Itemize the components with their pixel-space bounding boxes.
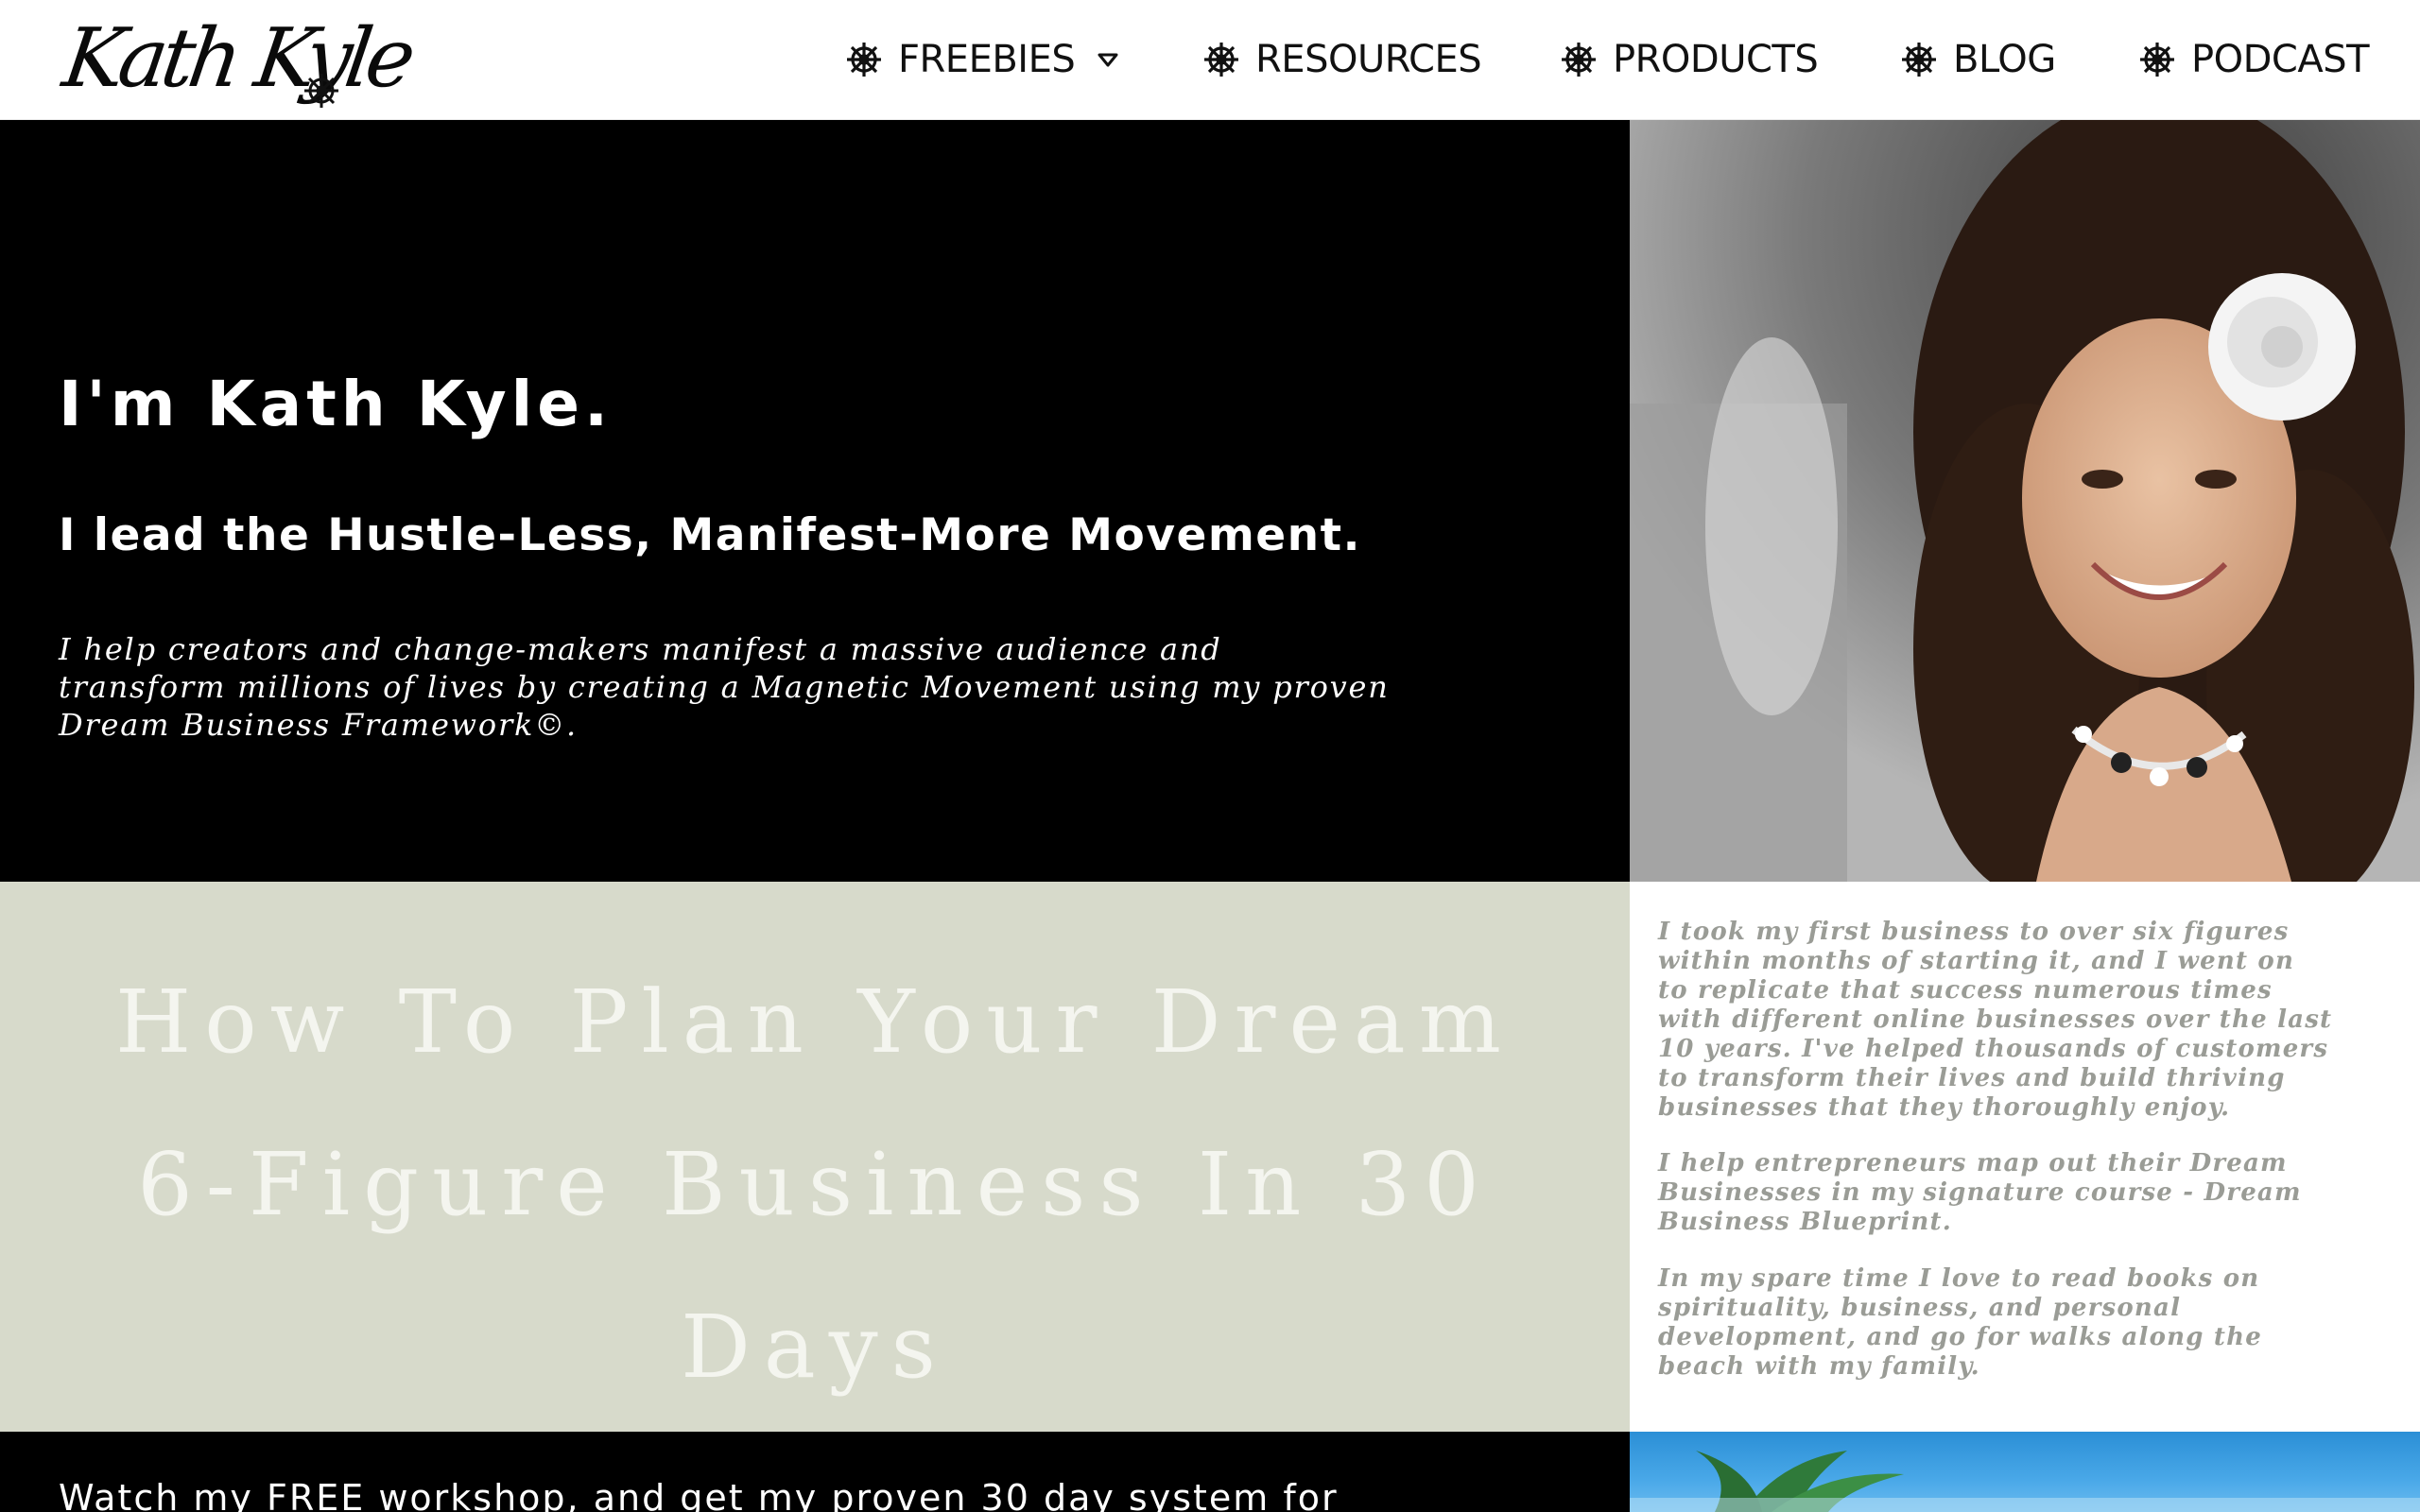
nav-label: PODCAST bbox=[2191, 38, 2370, 81]
hero-description-line: transform millions of lives by creating … bbox=[59, 669, 1390, 705]
beach-photo bbox=[1630, 1432, 2420, 1512]
workshop-title-line: Days bbox=[681, 1297, 949, 1398]
bio-line: Businesses in my signature course - Drea… bbox=[1658, 1178, 2302, 1207]
hero-description-line: Dream Business Framework©. bbox=[59, 707, 579, 743]
nav-label: FREEBIES bbox=[898, 38, 1076, 81]
nav-item-freebies[interactable]: FREEBIES bbox=[845, 28, 1120, 91]
nav-item-products[interactable]: PRODUCTS bbox=[1560, 28, 1819, 91]
dharma-wheel-icon bbox=[847, 43, 881, 77]
bio-paragraph: I took my first business to over six fig… bbox=[1658, 918, 2332, 1123]
bio-line: with different online businesses over th… bbox=[1658, 1005, 2333, 1034]
bio-line: to transform their lives and build thriv… bbox=[1658, 1064, 2286, 1092]
workshop-cta-section: Watch my FREE workshop, and get my prove… bbox=[0, 1432, 1630, 1512]
site-header: Kath Kyle FREEBIES RESOURCES PRODUCTS BL… bbox=[0, 0, 2420, 120]
hero-title: I'm Kath Kyle. bbox=[59, 368, 614, 440]
bio-section: I took my first business to over six fig… bbox=[1630, 882, 2420, 1432]
portrait-illustration bbox=[1630, 120, 2420, 882]
workshop-cta-text: Watch my FREE workshop, and get my prove… bbox=[59, 1477, 1339, 1512]
nav-label: PRODUCTS bbox=[1613, 38, 1819, 81]
bio-line: I took my first business to over six fig… bbox=[1658, 918, 2290, 946]
hero-description-line: I help creators and change-makers manife… bbox=[59, 631, 1222, 667]
bio-line: Business Blueprint. bbox=[1658, 1208, 1952, 1236]
bio-line: to replicate that success numerous times bbox=[1658, 976, 2273, 1005]
hero-section: I'm Kath Kyle. I lead the Hustle-Less, M… bbox=[0, 120, 1630, 882]
dharma-wheel-icon bbox=[1562, 43, 1596, 77]
nav-item-blog[interactable]: BLOG bbox=[1900, 28, 2056, 91]
nav-item-resources[interactable]: RESOURCES bbox=[1202, 28, 1482, 91]
workshop-title-line: 6-Figure Business In 30 bbox=[137, 1134, 1493, 1235]
workshop-banner[interactable]: How To Plan Your Dream 6-Figure Business… bbox=[0, 882, 1630, 1432]
bio-line: businesses that they thoroughly enjoy. bbox=[1658, 1093, 2231, 1122]
nav-item-podcast[interactable]: PODCAST bbox=[2138, 28, 2370, 91]
bio-line: development, and go for walks along the bbox=[1658, 1323, 2262, 1351]
hero-description: I help creators and change-makers manife… bbox=[59, 630, 1533, 744]
beach-illustration bbox=[1630, 1451, 2420, 1512]
bio-paragraph: I help entrepreneurs map out their Dream… bbox=[1658, 1149, 2302, 1237]
main-nav: FREEBIES RESOURCES PRODUCTS BLOG PODCAST bbox=[0, 28, 2420, 91]
bio-line: 10 years. I've helped thousands of custo… bbox=[1658, 1035, 2329, 1063]
dharma-wheel-icon bbox=[1204, 43, 1238, 77]
dharma-wheel-icon bbox=[2140, 43, 2174, 77]
workshop-title-line: How To Plan Your Dream bbox=[114, 971, 1514, 1073]
chevron-down-icon[interactable] bbox=[1096, 47, 1120, 72]
bio-paragraph: In my spare time I love to read books on… bbox=[1658, 1264, 2262, 1382]
dharma-wheel-icon bbox=[1902, 43, 1936, 77]
bio-line: within months of starting it, and I went… bbox=[1658, 947, 2295, 975]
bio-line: In my spare time I love to read books on bbox=[1658, 1264, 2260, 1293]
bio-line: spirituality, business, and personal bbox=[1658, 1294, 2182, 1322]
nav-label: BLOG bbox=[1953, 38, 2056, 81]
nav-label: RESOURCES bbox=[1255, 38, 1482, 81]
hero-subtitle: I lead the Hustle-Less, Manifest-More Mo… bbox=[59, 509, 1361, 561]
bio-line: beach with my family. bbox=[1658, 1352, 1980, 1381]
bio-line: I help entrepreneurs map out their Dream bbox=[1658, 1149, 2288, 1177]
portrait-photo bbox=[1630, 120, 2420, 882]
